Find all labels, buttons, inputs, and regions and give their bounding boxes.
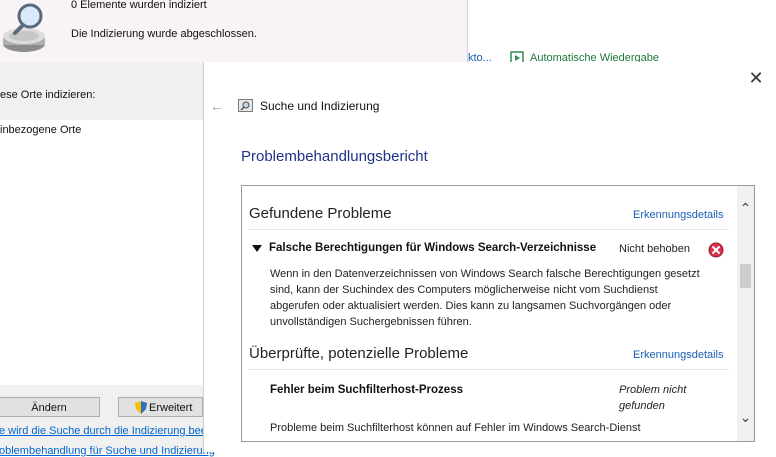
shield-icon <box>135 401 147 414</box>
section-divider <box>249 369 729 370</box>
report-content: Gefundene Probleme Erkennungsdetails Fal… <box>242 186 739 441</box>
collapse-triangle-icon[interactable] <box>252 245 262 253</box>
indexing-status-text: Die Indizierung wurde abgeschlossen. <box>71 28 257 40</box>
included-locations-list[interactable]: inbezogene Orte <box>0 120 203 385</box>
found-problems-heading: Gefundene Probleme <box>249 205 392 222</box>
search-indexing-icon <box>238 99 253 112</box>
dialog-title: Suche und Indizierung <box>260 99 380 113</box>
checked-detection-details-link[interactable]: Erkennungsdetails <box>633 349 724 361</box>
issue-description: Wenn in den Datenverzeichnissen von Wind… <box>270 268 700 328</box>
control-panel-strip: kto... Automatische Wiedergabe <box>468 0 776 65</box>
scroll-down-arrow-icon[interactable]: ⌄ <box>737 409 754 425</box>
modify-button[interactable]: Ändern <box>0 397 100 417</box>
section-divider <box>249 229 729 230</box>
issue-status: Nicht behoben <box>619 243 690 255</box>
troubleshoot-search-link[interactable]: oblembehandlung für Suche und Indizierun… <box>0 445 215 457</box>
issue-title: Fehler beim Suchfilterhost-Prozess <box>270 384 463 396</box>
indexed-count-text: 0 Elemente wurden indiziert <box>71 0 207 11</box>
back-arrow-icon[interactable]: ← <box>210 98 224 114</box>
scroll-up-arrow-icon[interactable]: ⌃ <box>737 200 754 216</box>
issue-description: Probleme beim Suchfilterhost können auf … <box>270 422 641 434</box>
issue-status: Problem nicht gefunden <box>619 384 687 412</box>
included-locations-header[interactable]: inbezogene Orte <box>0 124 81 136</box>
vertical-scrollbar[interactable]: ⌃ ⌄ <box>737 186 754 441</box>
how-search-uses-index-link[interactable]: e wird die Suche durch die Indizierung b… <box>0 425 207 437</box>
error-icon <box>708 242 724 258</box>
index-locations-label: ese Orte indizieren: <box>0 89 96 101</box>
scroll-thumb[interactable] <box>740 264 751 288</box>
found-detection-details-link[interactable]: Erkennungsdetails <box>633 209 724 221</box>
advanced-button[interactable]: Erweitert <box>118 397 203 417</box>
advanced-button-label: Erweitert <box>149 402 193 414</box>
page-heading: Problembehandlungsbericht <box>241 148 428 165</box>
checked-problems-heading: Überprüfte, potenzielle Probleme <box>249 345 469 362</box>
indexing-drive-icon <box>3 3 45 52</box>
troubleshooting-dialog: ✕ ← Suche und Indizierung Problembehandl… <box>203 62 776 452</box>
issue-title: Falsche Berechtigungen für Windows Searc… <box>269 242 597 254</box>
close-icon[interactable]: ✕ <box>746 68 766 88</box>
report-panel: Gefundene Probleme Erkennungsdetails Fal… <box>241 185 755 442</box>
